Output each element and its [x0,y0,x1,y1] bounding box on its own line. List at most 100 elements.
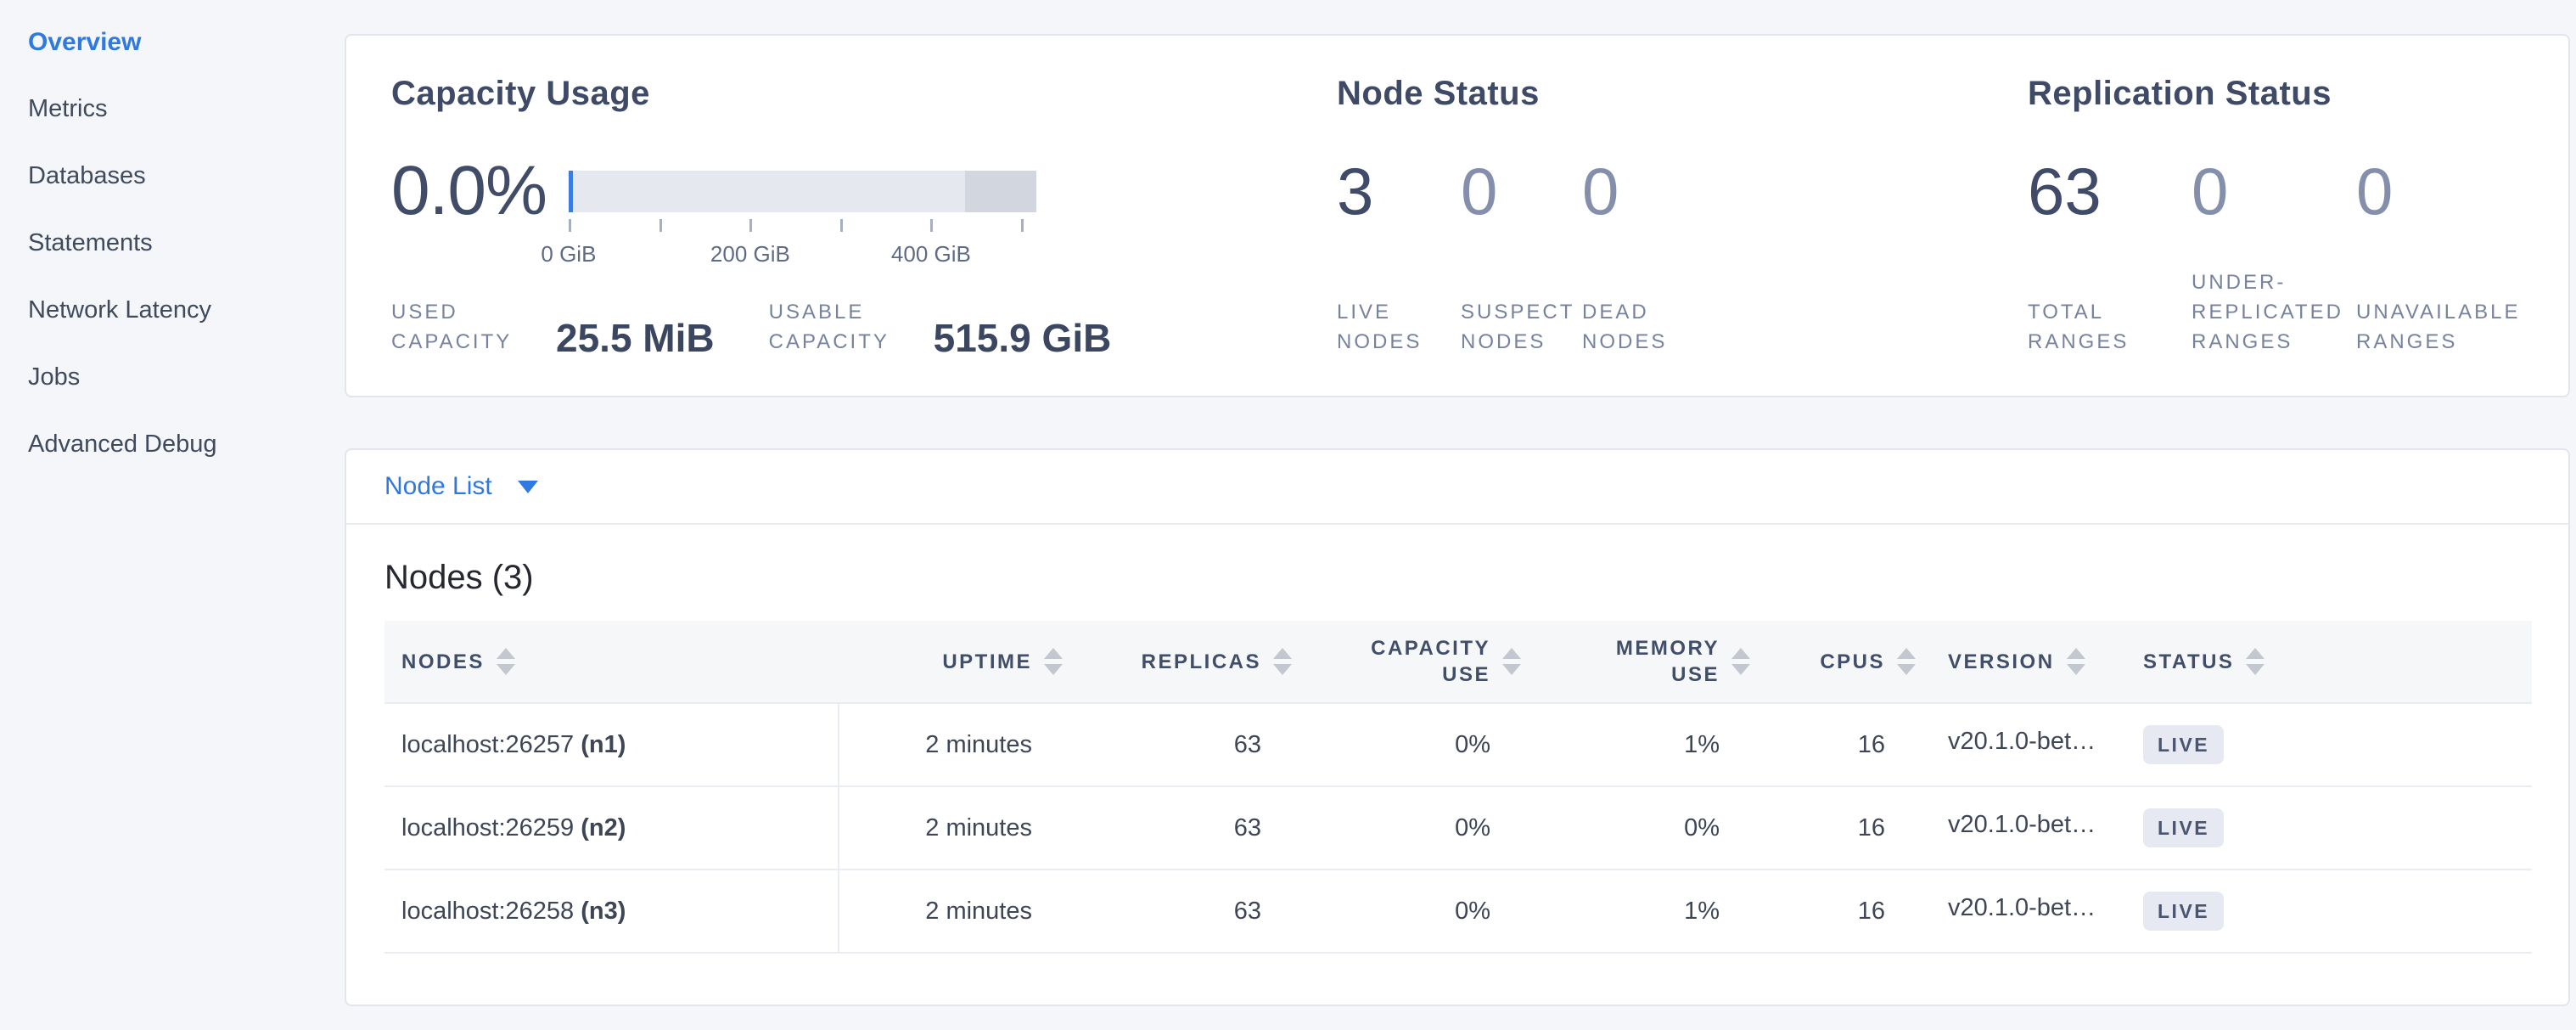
status-badge: Live [2143,725,2224,764]
node-list-card: Node List Nodes (3) Nodes Uptime [345,448,2570,1006]
nodes-table: Nodes Uptime Replicas Capacity Use [384,621,2532,954]
capacity-bar-chart: 0 GiB 200 GiB 400 GiB [569,171,1036,270]
axis-tick [569,219,571,232]
status-cell: Live [2119,786,2532,870]
axis-tick [659,219,662,232]
replication-status-section: Replication Status 63 Total Ranges 0 Und… [2028,36,2568,396]
node-status-section: Node Status 3 Live Nodes 0 Suspect Nodes… [1337,36,2028,396]
capacity-bar-axis: 0 GiB 200 GiB 400 GiB [569,219,1024,270]
column-header-replicas[interactable]: Replicas [1063,621,1292,703]
sidebar-item-overview[interactable]: Overview [0,8,345,76]
sort-icon[interactable] [1897,648,1916,675]
chevron-down-icon [518,481,538,493]
suspect-nodes-stat: 0 Suspect Nodes [1461,149,1582,396]
capacity-use-cell: 0% [1292,870,1521,953]
used-capacity-stat: Used Capacity 25.5 MiB [391,297,715,357]
table-row-node-2[interactable]: localhost:26259 (n2) 2 minutes 63 0% 0% … [384,786,2532,870]
dead-nodes-stat: 0 Dead Nodes [1582,149,2028,396]
suspect-nodes-value: 0 [1461,149,1582,234]
node-id: (n1) [581,731,626,758]
sidebar-item-network-latency[interactable]: Network Latency [0,277,345,344]
sidebar-item-advanced-debug[interactable]: Advanced Debug [0,411,345,478]
axis-label-400gib: 400 GiB [891,241,971,267]
sort-icon[interactable] [2246,648,2265,675]
table-row-node-3[interactable]: localhost:26258 (n3) 2 minutes 63 0% 1% … [384,870,2532,953]
node-list-dropdown-label: Node List [384,472,492,501]
sort-icon[interactable] [1731,648,1750,675]
replication-status-title: Replication Status [2028,75,2568,113]
sort-icon[interactable] [1044,648,1063,675]
version-cell: v20.1.0-bet… [1916,870,2119,953]
used-capacity-value: 25.5 MiB [556,319,715,357]
sidebar-item-databases[interactable]: Databases [0,143,345,210]
live-nodes-label: Live Nodes [1337,297,1461,396]
capacity-bar-track [569,171,1036,212]
sidebar: Overview Metrics Databases Statements Ne… [0,0,345,1030]
main-content: Capacity Usage 0.0% [345,0,2576,1030]
node-list-dropdown[interactable]: Node List [346,450,2568,525]
uptime-cell: 2 minutes [839,870,1063,953]
column-header-version[interactable]: Version [1916,621,2119,703]
dead-nodes-label: Dead Nodes [1582,297,1726,396]
uptime-cell: 2 minutes [839,786,1063,870]
under-replicated-ranges-value: 0 [2192,149,2356,234]
axis-tick [840,219,843,232]
status-cell: Live [2119,870,2532,953]
node-address-cell[interactable]: localhost:26259 (n2) [384,786,839,870]
node-address-cell[interactable]: localhost:26258 (n3) [384,870,839,953]
version-cell: v20.1.0-bet… [1916,786,2119,870]
sidebar-item-statements[interactable]: Statements [0,210,345,277]
column-header-status[interactable]: Status [2119,621,2532,703]
under-replicated-ranges-label: Under-Replicated Ranges [2192,267,2336,396]
sort-icon[interactable] [1273,648,1292,675]
axis-label-0gib: 0 GiB [541,241,596,267]
cpus-cell: 16 [1750,786,1916,870]
unavailable-ranges-value: 0 [2356,149,2568,234]
capacity-use-cell: 0% [1292,786,1521,870]
nodes-count-heading: Nodes (3) [384,559,2568,597]
memory-use-cell: 1% [1521,703,1750,786]
column-header-memory-use[interactable]: Memory Use [1521,621,1750,703]
sort-icon[interactable] [2067,648,2085,675]
status-badge: Live [2143,808,2224,847]
sort-icon[interactable] [1502,648,1521,675]
column-header-uptime[interactable]: Uptime [839,621,1063,703]
node-id: (n2) [581,814,626,841]
capacity-used-percent: 0.0% [391,149,547,234]
total-ranges-stat: 63 Total Ranges [2028,149,2192,396]
capacity-usage-section: Capacity Usage 0.0% [346,36,1337,396]
axis-label-200gib: 200 GiB [710,241,790,267]
uptime-cell: 2 minutes [839,703,1063,786]
usable-capacity-value: 515.9 GiB [934,319,1112,357]
table-row-node-1[interactable]: localhost:26257 (n1) 2 minutes 63 0% 1% … [384,703,2532,786]
replicas-cell: 63 [1063,703,1292,786]
capacity-bar-reserved-segment [965,171,1036,212]
sidebar-item-jobs[interactable]: Jobs [0,344,345,411]
usable-capacity-label: Usable Capacity [769,297,913,357]
sidebar-item-metrics[interactable]: Metrics [0,76,345,143]
status-badge: Live [2143,892,2224,931]
column-header-nodes[interactable]: Nodes [384,621,839,703]
capacity-usage-title: Capacity Usage [391,75,1337,113]
status-cell: Live [2119,703,2532,786]
memory-use-cell: 0% [1521,786,1750,870]
total-ranges-label: Total Ranges [2028,297,2172,396]
node-status-title: Node Status [1337,75,2028,113]
cpus-cell: 16 [1750,870,1916,953]
used-capacity-label: Used Capacity [391,297,536,357]
suspect-nodes-label: Suspect Nodes [1461,297,1582,396]
memory-use-cell: 1% [1521,870,1750,953]
column-header-capacity-use[interactable]: Capacity Use [1292,621,1521,703]
unavailable-ranges-stat: 0 Unavailable Ranges [2356,149,2568,396]
column-header-cpus[interactable]: CPUs [1750,621,1916,703]
live-nodes-stat: 3 Live Nodes [1337,149,1461,396]
cluster-summary-card: Capacity Usage 0.0% [345,34,2570,397]
capacity-bar-used-segment [569,171,573,212]
axis-tick [749,219,752,232]
dead-nodes-value: 0 [1582,149,2028,234]
sort-icon[interactable] [497,648,515,675]
node-address-cell[interactable]: localhost:26257 (n1) [384,703,839,786]
usable-capacity-stat: Usable Capacity 515.9 GiB [769,297,1112,357]
cpus-cell: 16 [1750,703,1916,786]
axis-tick [1021,219,1024,232]
